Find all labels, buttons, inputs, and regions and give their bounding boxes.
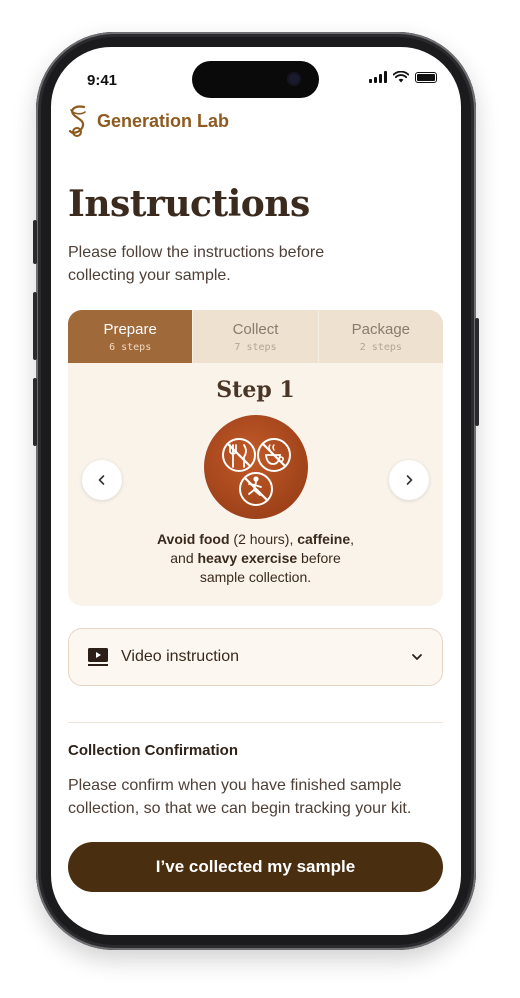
- tab-step-count: 7 steps: [234, 341, 277, 353]
- step-title: Step 1: [216, 377, 295, 403]
- step-text-part: sample collection.: [199, 569, 312, 585]
- cellular-signal-icon: [369, 71, 387, 83]
- chevron-left-icon: [98, 475, 105, 485]
- tab-label: Collect: [232, 320, 279, 338]
- action-button: [33, 220, 37, 264]
- volume-down-button: [33, 378, 37, 446]
- tab-step-count: 2 steps: [359, 341, 402, 353]
- page-title: Instructions: [68, 183, 310, 225]
- chevron-down-icon: [412, 654, 422, 660]
- confirmation-text: Please confirm when you have finished sa…: [68, 777, 412, 817]
- instruction-card: Prepare 6 steps Collect 7 steps Package …: [68, 310, 443, 606]
- tab-package[interactable]: Package 2 steps: [319, 310, 443, 363]
- previous-step-button[interactable]: [82, 460, 122, 500]
- next-step-button[interactable]: [389, 460, 429, 500]
- step-text-part: (2 hours),: [229, 531, 298, 547]
- wifi-icon: [393, 71, 409, 83]
- video-play-icon: [88, 648, 108, 666]
- step-text-part: ,: [350, 531, 355, 547]
- avoid-food-caffeine-exercise-illustration: [204, 415, 308, 519]
- tab-label: Package: [351, 320, 410, 338]
- video-instruction-label: Video instruction: [121, 648, 239, 665]
- volume-up-button: [33, 292, 37, 360]
- dynamic-island: [192, 61, 319, 98]
- step-tabs: Prepare 6 steps Collect 7 steps Package …: [68, 310, 443, 363]
- generation-lab-logo-icon: [68, 105, 86, 137]
- divider: [68, 722, 443, 723]
- highlight-exercise: heavy exercise: [197, 550, 298, 566]
- step-description: Avoid food (2 hours), caffeine, and heav…: [108, 530, 403, 587]
- video-instruction-accordion[interactable]: Video instruction: [68, 628, 443, 686]
- confirmation-title: Collection Confirmation: [68, 742, 238, 759]
- status-icons: [369, 71, 437, 83]
- brand-name: Generation Lab: [97, 110, 230, 131]
- step-text-part: and: [170, 550, 198, 566]
- screen: 9:41 Generation Lab Instructions Please …: [51, 47, 461, 935]
- battery-icon: [415, 71, 437, 83]
- collected-sample-button[interactable]: I’ve collected my sample: [68, 842, 443, 892]
- tab-label: Prepare: [103, 320, 157, 338]
- page-subtitle: Please follow the instructions before co…: [68, 244, 325, 284]
- tab-step-count: 6 steps: [109, 341, 152, 353]
- chevron-right-icon: [406, 475, 413, 485]
- step-text-part: before: [297, 550, 341, 566]
- highlight-caffeine: caffeine: [297, 531, 351, 547]
- brand: Generation Lab: [67, 104, 229, 138]
- highlight-food: Avoid food: [156, 531, 230, 547]
- power-button: [475, 318, 479, 426]
- tab-prepare[interactable]: Prepare 6 steps: [68, 310, 194, 363]
- status-time: 9:41: [87, 72, 118, 89]
- tab-collect[interactable]: Collect 7 steps: [193, 310, 319, 363]
